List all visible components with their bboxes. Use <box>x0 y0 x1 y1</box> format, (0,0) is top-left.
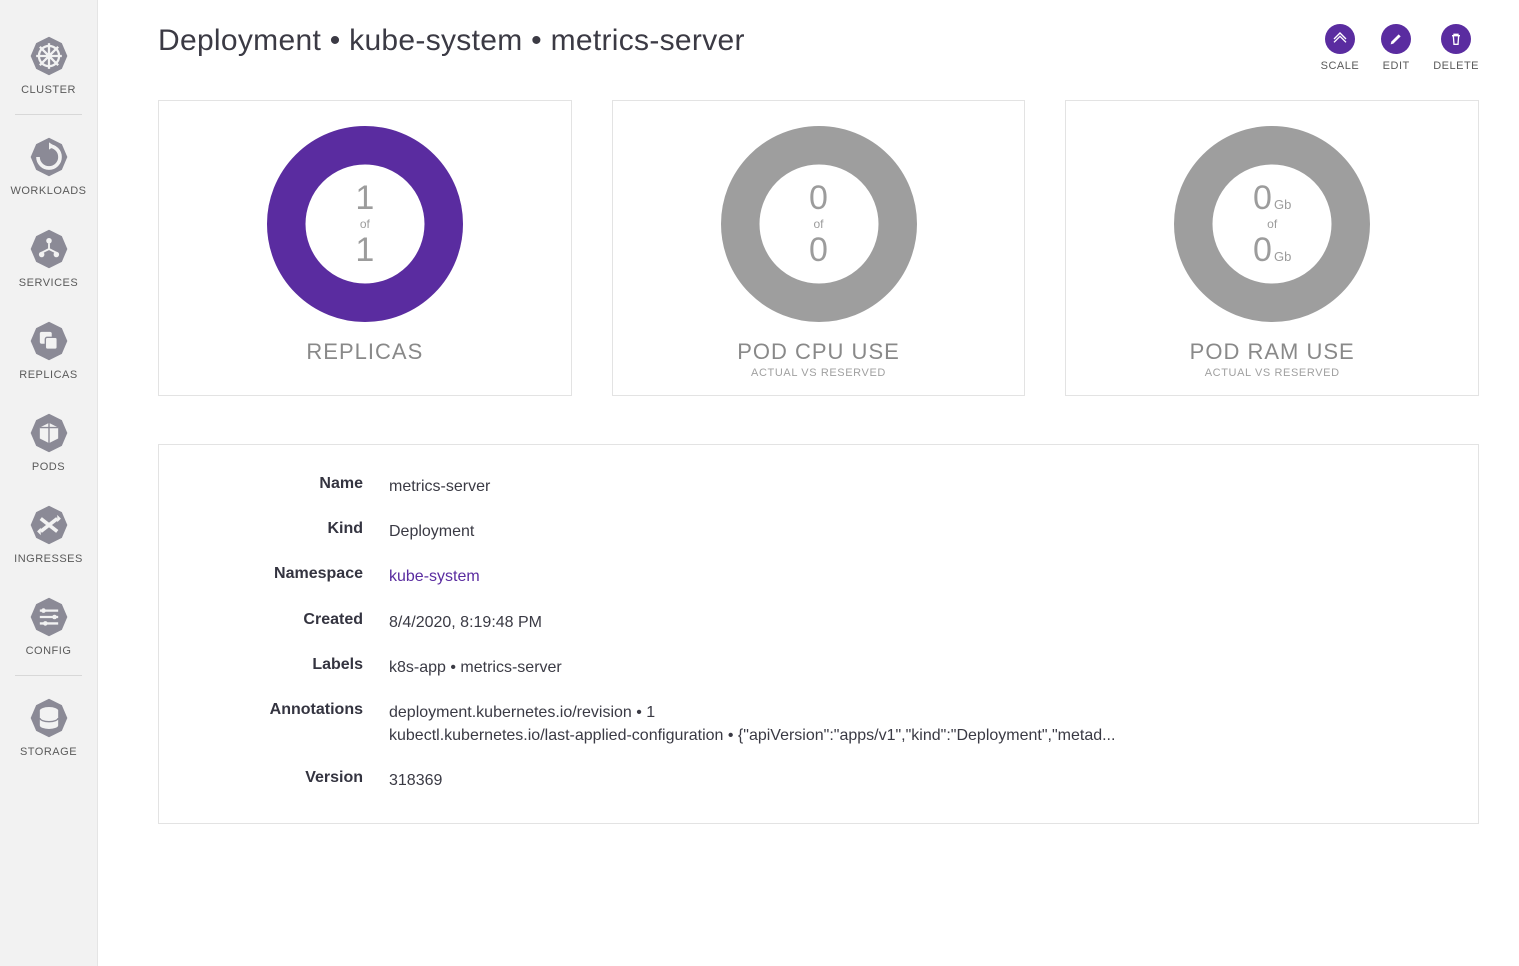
header-actions: SCALE EDIT DELETE <box>1321 24 1479 72</box>
label-labels: Labels <box>189 656 389 674</box>
sidebar-item-config[interactable]: CONFIG <box>0 579 97 671</box>
ram-donut: 0Gb of 0Gb <box>1167 119 1377 329</box>
sidebar-item-label: SERVICES <box>19 277 78 289</box>
value-created: 8/4/2020, 8:19:48 PM <box>389 611 1448 634</box>
cpu-card: 0 of 0 POD CPU USE ACTUAL VS RESERVED <box>612 100 1026 396</box>
ram-of: of <box>1267 217 1277 231</box>
ram-card: 0Gb of 0Gb POD RAM USE ACTUAL VS RESERVE… <box>1065 100 1479 396</box>
page-title: Deployment • kube-system • metrics-serve… <box>158 24 745 58</box>
deploy-icon <box>27 135 71 179</box>
services-icon <box>27 227 71 271</box>
label-annotations: Annotations <box>189 701 389 719</box>
replicas-card: 1 of 1 REPLICAS <box>158 100 572 396</box>
label-created: Created <box>189 611 389 629</box>
replicas-top: 1 <box>355 181 374 215</box>
scale-button[interactable]: SCALE <box>1321 24 1360 72</box>
label-namespace: Namespace <box>189 565 389 583</box>
card-title: POD RAM USE <box>1190 339 1355 365</box>
sidebar-item-label: INGRESSES <box>14 553 83 565</box>
card-subtitle: ACTUAL VS RESERVED <box>1205 367 1340 379</box>
sidebar-item-replicas[interactable]: REPLICAS <box>0 303 97 395</box>
annotation-line: deployment.kubernetes.io/revision • 1 <box>389 701 1448 724</box>
card-title: POD CPU USE <box>737 339 900 365</box>
sidebar-item-ingresses[interactable]: INGRESSES <box>0 487 97 579</box>
main-area: Deployment • kube-system • metrics-serve… <box>98 0 1519 966</box>
annotation-line: kubectl.kubernetes.io/last-applied-confi… <box>389 724 1448 747</box>
label-kind: Kind <box>189 520 389 538</box>
details-panel: Name metrics-server Kind Deployment Name… <box>158 444 1479 824</box>
value-namespace[interactable]: kube-system <box>389 565 1448 588</box>
label-version: Version <box>189 769 389 787</box>
replicas-bottom: 1 <box>355 233 374 267</box>
sidebar-separator <box>15 114 83 115</box>
card-title: REPLICAS <box>306 339 423 365</box>
replicas-icon <box>27 319 71 363</box>
pencil-icon <box>1381 24 1411 54</box>
action-label: DELETE <box>1433 60 1479 72</box>
delete-button[interactable]: DELETE <box>1433 24 1479 72</box>
sidebar-item-cluster[interactable]: CLUSTER <box>0 18 97 110</box>
sidebar: CLUSTER WORKLOADS SERVICES REPLICAS PODS… <box>0 0 98 966</box>
cpu-of: of <box>813 217 823 231</box>
value-version: 318369 <box>389 769 1448 792</box>
value-labels: k8s-app • metrics-server <box>389 656 1448 679</box>
label-name: Name <box>189 475 389 493</box>
scale-icon <box>1325 24 1355 54</box>
ram-bottom-unit: Gb <box>1274 249 1291 264</box>
config-icon <box>27 595 71 639</box>
sidebar-item-pods[interactable]: PODS <box>0 395 97 487</box>
action-label: SCALE <box>1321 60 1360 72</box>
sidebar-item-workloads[interactable]: WORKLOADS <box>0 119 97 211</box>
sidebar-item-label: CONFIG <box>26 645 72 657</box>
sidebar-item-label: PODS <box>32 461 65 473</box>
value-name: metrics-server <box>389 475 1448 498</box>
sidebar-separator <box>15 675 83 676</box>
ingresses-icon <box>27 503 71 547</box>
sidebar-item-storage[interactable]: STORAGE <box>0 680 97 772</box>
cpu-bottom: 0 <box>809 233 828 267</box>
replicas-of: of <box>360 217 370 231</box>
sidebar-item-label: CLUSTER <box>21 84 76 96</box>
ram-top: 0 <box>1253 181 1272 215</box>
value-kind: Deployment <box>389 520 1448 543</box>
helm-wheel-icon <box>27 34 71 78</box>
edit-button[interactable]: EDIT <box>1381 24 1411 72</box>
sidebar-item-label: WORKLOADS <box>10 185 86 197</box>
replicas-donut: 1 of 1 <box>260 119 470 329</box>
pods-icon <box>27 411 71 455</box>
value-annotations: deployment.kubernetes.io/revision • 1 ku… <box>389 701 1448 747</box>
ram-bottom: 0 <box>1253 233 1272 267</box>
ram-top-unit: Gb <box>1274 197 1291 212</box>
card-subtitle: ACTUAL VS RESERVED <box>751 367 886 379</box>
sidebar-item-services[interactable]: SERVICES <box>0 211 97 303</box>
action-label: EDIT <box>1383 60 1410 72</box>
sidebar-item-label: STORAGE <box>20 746 77 758</box>
storage-icon <box>27 696 71 740</box>
cpu-top: 0 <box>809 181 828 215</box>
cpu-donut: 0 of 0 <box>714 119 924 329</box>
trash-icon <box>1441 24 1471 54</box>
sidebar-item-label: REPLICAS <box>19 369 77 381</box>
